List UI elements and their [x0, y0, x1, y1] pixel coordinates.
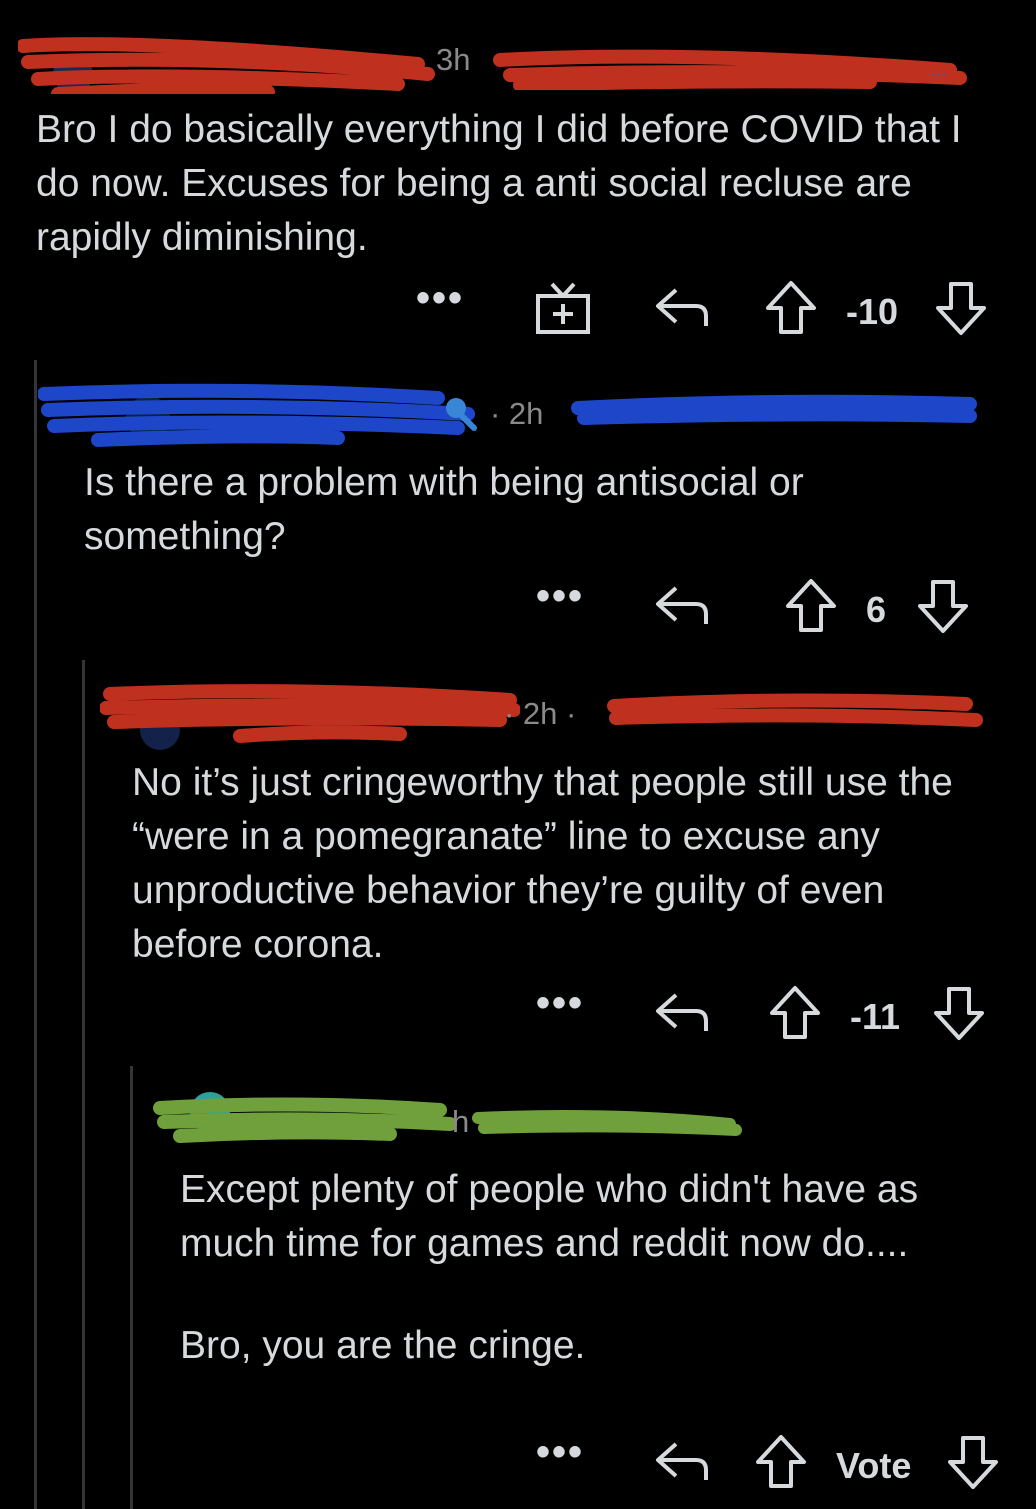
comment-timestamp: h: [452, 1104, 470, 1139]
comment-body: No it’s just cringeworthy that people st…: [132, 756, 1002, 972]
microphone-icon: [446, 398, 477, 431]
comment-actions: ••• Vote: [0, 1430, 1036, 1494]
upvote-arrow-icon[interactable]: [766, 985, 824, 1041]
redacted-username: [38, 383, 475, 447]
vote-score: Vote: [836, 1445, 912, 1486]
comment-body: Is there a problem with being antisocial…: [84, 456, 984, 564]
comment-paragraph: Bro, you are the cringe.: [180, 1324, 586, 1367]
redacted-username: [100, 684, 520, 750]
redacted-flair: [607, 693, 983, 727]
vote-score: -11: [850, 996, 901, 1037]
comment-body: Except plenty of people who didn't have …: [180, 1163, 1000, 1373]
upvote-arrow-icon[interactable]: [752, 1434, 810, 1490]
reply-arrow-icon[interactable]: [652, 985, 710, 1041]
thread-line-level-1[interactable]: [34, 360, 37, 1509]
downvote-arrow-icon[interactable]: [932, 280, 990, 336]
comment-paragraph: Is there a problem with being antisocial…: [84, 461, 804, 558]
comment-paragraph: Bro I do basically everything I did befo…: [36, 108, 962, 259]
comment-actions: ••• -11: [0, 981, 1036, 1045]
downvote-arrow-icon[interactable]: [914, 578, 972, 634]
comment-timestamp: · 2h ·: [504, 696, 577, 731]
more-options-button[interactable]: •••: [536, 981, 584, 1026]
comment-actions: ••• 6: [0, 574, 1036, 638]
reply-arrow-icon[interactable]: [652, 1434, 710, 1490]
comment-timestamp: · 2h: [490, 396, 544, 431]
more-options-button[interactable]: •••: [536, 574, 584, 619]
downvote-arrow-icon[interactable]: [930, 985, 988, 1041]
svg-text:...: ...: [930, 59, 947, 81]
reply-arrow-icon[interactable]: [652, 578, 710, 634]
upvote-arrow-icon[interactable]: [762, 280, 820, 336]
redacted-flair: [571, 394, 977, 425]
downvote-arrow-icon[interactable]: [944, 1434, 1002, 1490]
comment-paragraph: No it’s just cringeworthy that people st…: [132, 761, 953, 966]
more-options-button[interactable]: •••: [536, 1430, 584, 1475]
thread-line-level-2[interactable]: [82, 660, 85, 1509]
comment-body: Bro I do basically everything I did befo…: [36, 103, 996, 265]
vote-score: -10: [846, 291, 899, 332]
redacted-username: [18, 37, 435, 94]
more-options-button[interactable]: •••: [416, 276, 464, 321]
redacted-flair: [472, 1110, 742, 1136]
reply-arrow-icon[interactable]: [652, 280, 710, 336]
redacted-username: [153, 1092, 457, 1143]
gift-award-icon[interactable]: [534, 280, 592, 336]
vote-score: 6: [866, 589, 887, 630]
redacted-flair: ...: [493, 49, 967, 90]
comment-timestamp: 3h: [436, 42, 471, 77]
comment-paragraph: Except plenty of people who didn't have …: [180, 1168, 919, 1265]
upvote-arrow-icon[interactable]: [782, 578, 840, 634]
comment-actions: ••• -10: [0, 276, 1036, 340]
